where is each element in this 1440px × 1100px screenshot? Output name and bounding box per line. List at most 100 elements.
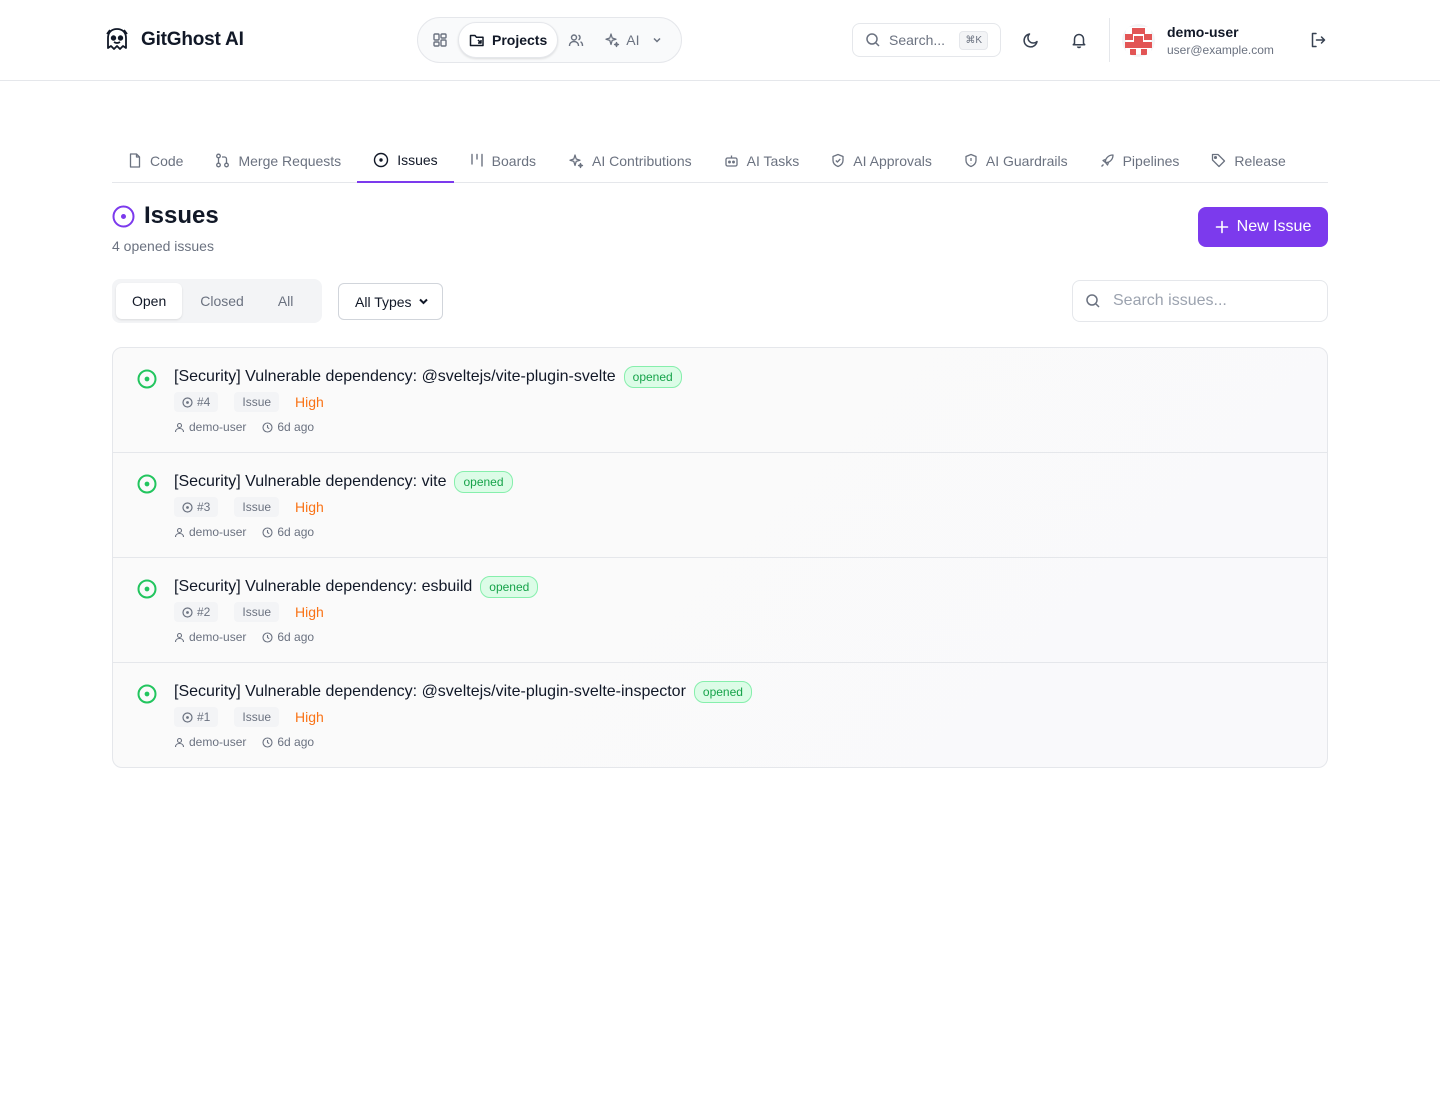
issue-row[interactable]: [Security] Vulnerable dependency: vite o… bbox=[113, 453, 1327, 558]
issue-author-name: demo-user bbox=[189, 420, 247, 434]
logout-button[interactable] bbox=[1301, 23, 1335, 57]
git-pull-request-icon bbox=[215, 153, 230, 168]
tab-issues[interactable]: Issues bbox=[357, 138, 454, 183]
filter-all[interactable]: All bbox=[262, 283, 310, 319]
sparkles-icon bbox=[568, 153, 584, 169]
type-select-value: All Types bbox=[355, 293, 412, 310]
user-icon bbox=[174, 632, 185, 643]
main-nav: Projects AI bbox=[417, 17, 682, 63]
status-badge: opened bbox=[480, 576, 539, 598]
nav-ai-dropdown[interactable]: AI bbox=[594, 22, 673, 58]
top-header: GitGhost AI Projects AI Search... ⌘K dem… bbox=[0, 0, 1440, 81]
issue-open-icon bbox=[137, 474, 157, 494]
issue-title[interactable]: [Security] Vulnerable dependency: vite bbox=[174, 473, 446, 491]
tab-ai-guardrails[interactable]: AI Guardrails bbox=[948, 138, 1084, 183]
issue-number: #2 bbox=[174, 602, 219, 622]
filter-open[interactable]: Open bbox=[116, 283, 183, 319]
clock-icon bbox=[262, 421, 273, 433]
issue-search-input[interactable] bbox=[1113, 292, 1303, 310]
tab-merge-requests[interactable]: Merge Requests bbox=[199, 138, 357, 183]
tab-boards[interactable]: Boards bbox=[454, 138, 552, 183]
issue-title[interactable]: [Security] Vulnerable dependency: esbuil… bbox=[174, 578, 472, 596]
issue-priority: High bbox=[295, 499, 324, 515]
nav-dashboard[interactable] bbox=[422, 22, 458, 58]
user-menu[interactable]: demo-user user@example.com bbox=[1109, 18, 1274, 62]
tab-ai-contributions[interactable]: AI Contributions bbox=[552, 138, 708, 183]
issue-number-text: #3 bbox=[197, 500, 211, 514]
issue-search[interactable] bbox=[1072, 280, 1328, 322]
issue-row[interactable]: [Security] Vulnerable dependency: esbuil… bbox=[113, 558, 1327, 663]
notifications-button[interactable] bbox=[1062, 23, 1096, 57]
tab-ai-approvals[interactable]: AI Approvals bbox=[815, 138, 948, 183]
tab-release[interactable]: Release bbox=[1195, 138, 1286, 183]
user-name: demo-user bbox=[1167, 23, 1239, 40]
issue-author-name: demo-user bbox=[189, 630, 247, 644]
brand-logo[interactable]: GitGhost AI bbox=[103, 26, 244, 54]
issue-open-icon bbox=[137, 369, 157, 389]
issue-open-icon bbox=[137, 684, 157, 704]
clock-icon bbox=[262, 736, 273, 748]
status-badge: opened bbox=[693, 681, 752, 703]
kanban-icon bbox=[470, 153, 484, 168]
plus-icon bbox=[1215, 220, 1229, 234]
page-title-text: Issues bbox=[144, 202, 219, 229]
filter-closed[interactable]: Closed bbox=[184, 283, 260, 319]
issue-row[interactable]: [Security] Vulnerable dependency: @svelt… bbox=[113, 663, 1327, 767]
tab-merge-requests-label: Merge Requests bbox=[238, 152, 342, 169]
app-name: GitGhost AI bbox=[141, 29, 244, 50]
clock-icon bbox=[262, 526, 273, 538]
tab-code-label: Code bbox=[150, 152, 184, 169]
issue-time: 6d ago bbox=[262, 420, 314, 434]
bell-icon bbox=[1070, 31, 1088, 49]
search-icon bbox=[865, 32, 881, 48]
tag-icon bbox=[1211, 153, 1226, 168]
page-title: Issues bbox=[112, 202, 219, 230]
tab-ai-tasks[interactable]: AI Tasks bbox=[708, 138, 816, 183]
tab-boards-label: Boards bbox=[491, 152, 537, 169]
issue-priority: High bbox=[295, 604, 324, 620]
nav-users[interactable] bbox=[558, 22, 594, 58]
new-issue-button[interactable]: New Issue bbox=[1198, 207, 1328, 247]
project-tabs: Code Merge Requests Issues Boards AI Con… bbox=[112, 138, 1328, 183]
issue-title[interactable]: [Security] Vulnerable dependency: @svelt… bbox=[174, 683, 686, 701]
issue-author: demo-user bbox=[174, 735, 246, 749]
type-select[interactable]: All Types bbox=[338, 283, 443, 320]
issue-author-name: demo-user bbox=[189, 735, 247, 749]
folder-icon bbox=[469, 32, 486, 48]
nav-projects[interactable]: Projects bbox=[458, 22, 559, 58]
issue-time-text: 6d ago bbox=[277, 735, 315, 749]
issue-type: Issue bbox=[234, 602, 280, 622]
issue-priority: High bbox=[295, 394, 324, 410]
tab-pipelines-label: Pipelines bbox=[1122, 152, 1180, 169]
sparkles-icon bbox=[604, 32, 620, 48]
new-issue-label: New Issue bbox=[1236, 218, 1312, 235]
issue-author: demo-user bbox=[174, 630, 246, 644]
issue-number-text: #1 bbox=[197, 710, 211, 724]
user-email: user@example.com bbox=[1167, 42, 1274, 57]
issue-title[interactable]: [Security] Vulnerable dependency: @svelt… bbox=[174, 368, 616, 386]
circle-dot-icon bbox=[373, 152, 389, 168]
avatar bbox=[1122, 23, 1155, 57]
tab-issues-label: Issues bbox=[397, 151, 438, 168]
issue-priority: High bbox=[295, 709, 324, 725]
tab-code[interactable]: Code bbox=[112, 138, 199, 183]
issues-count: 4 opened issues bbox=[112, 238, 214, 254]
issue-author: demo-user bbox=[174, 525, 246, 539]
issue-type: Issue bbox=[234, 497, 280, 517]
issue-time-text: 6d ago bbox=[277, 420, 315, 434]
status-badge: opened bbox=[454, 471, 513, 493]
search-icon bbox=[1085, 293, 1101, 309]
issue-row[interactable]: [Security] Vulnerable dependency: @svelt… bbox=[113, 348, 1327, 453]
issue-time: 6d ago bbox=[262, 735, 314, 749]
theme-toggle-button[interactable] bbox=[1014, 23, 1048, 57]
file-icon bbox=[128, 153, 142, 168]
tab-ai-tasks-label: AI Tasks bbox=[746, 152, 800, 169]
issue-number-text: #4 bbox=[197, 395, 211, 409]
tab-ai-contributions-label: AI Contributions bbox=[592, 152, 692, 169]
tab-pipelines[interactable]: Pipelines bbox=[1084, 138, 1196, 183]
circle-dot-icon bbox=[182, 711, 193, 723]
issue-type: Issue bbox=[234, 707, 280, 727]
issue-author-name: demo-user bbox=[189, 525, 247, 539]
issue-type: Issue bbox=[234, 392, 280, 412]
global-search[interactable]: Search... ⌘K bbox=[852, 23, 1001, 57]
